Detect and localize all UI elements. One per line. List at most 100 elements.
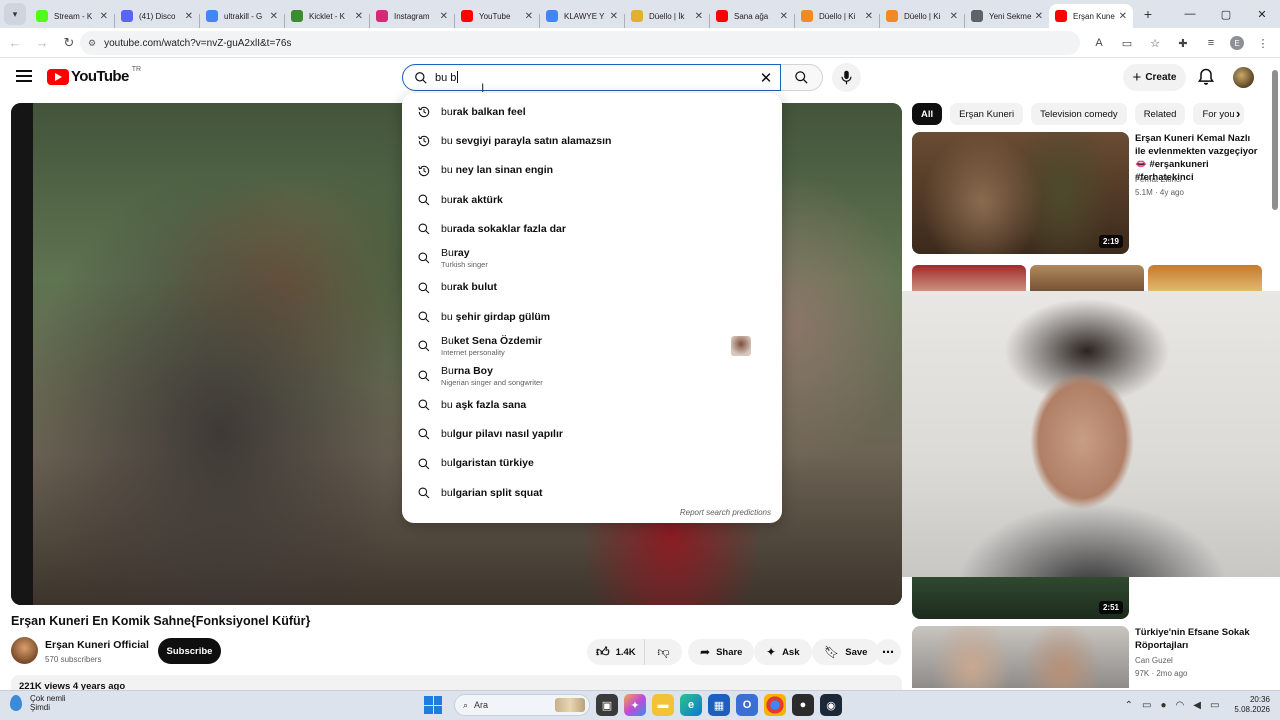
- report-search-predictions-link[interactable]: Report search predictions: [680, 508, 771, 517]
- app-icon[interactable]: ●: [792, 694, 814, 716]
- tab-search-button[interactable]: ▾: [4, 3, 26, 25]
- search-suggestion[interactable]: burak balkan feel: [402, 97, 782, 126]
- url-text[interactable]: youtube.com/watch?v=nvZ-guA2xlI&t=76s: [104, 38, 291, 49]
- network-icon[interactable]: ▭: [1142, 700, 1151, 711]
- browser-tab[interactable]: Instagram ✕: [370, 4, 454, 28]
- browser-menu-icon[interactable]: ⋮: [1254, 34, 1272, 52]
- browser-tab[interactable]: Düello | İk ✕: [625, 4, 709, 28]
- site-info-icon[interactable]: ⚙: [88, 38, 96, 49]
- search-suggestion[interactable]: bu ney lan sinan engin: [402, 156, 782, 185]
- close-tab-icon[interactable]: ✕: [185, 11, 193, 22]
- file-explorer-icon[interactable]: ▬: [652, 694, 674, 716]
- search-suggestion[interactable]: bulgarian split squat: [402, 478, 782, 507]
- filter-chip[interactable]: All: [912, 103, 943, 125]
- close-tab-icon[interactable]: ✕: [525, 11, 533, 22]
- scrollbar-thumb[interactable]: [1272, 70, 1278, 210]
- close-tab-icon[interactable]: ✕: [100, 11, 108, 22]
- browser-tab[interactable]: YouTube ✕: [455, 4, 539, 28]
- close-window-button[interactable]: ✕: [1244, 0, 1280, 28]
- browser-tab[interactable]: Düello | Ki ✕: [795, 4, 879, 28]
- recommended-thumbnail[interactable]: 2:19: [912, 132, 1129, 254]
- like-button[interactable]: 👍︎ 1.4K: [587, 639, 645, 665]
- cast-icon[interactable]: ▭: [1118, 34, 1136, 52]
- account-avatar[interactable]: [1233, 67, 1254, 88]
- close-tab-icon[interactable]: ✕: [1119, 11, 1127, 22]
- copilot-icon[interactable]: ✦: [624, 694, 646, 716]
- translate-icon[interactable]: A: [1090, 34, 1108, 52]
- steam-icon[interactable]: ◉: [820, 694, 842, 716]
- share-button[interactable]: ➦ Share: [688, 639, 755, 665]
- extensions-icon[interactable]: ✚: [1174, 34, 1192, 52]
- chrome-icon[interactable]: [764, 694, 786, 716]
- task-view-icon[interactable]: ▣: [596, 694, 618, 716]
- maximize-button[interactable]: ▢: [1208, 0, 1244, 28]
- recommended-channel[interactable]: Ferhat Ekinci: [1135, 175, 1182, 184]
- recommended-thumbnail[interactable]: 2:51: [912, 577, 1129, 619]
- microsoft-store-icon[interactable]: ▦: [708, 694, 730, 716]
- search-suggestion[interactable]: bu şehir girdap gülüm: [402, 302, 782, 331]
- close-tab-icon[interactable]: ✕: [1035, 11, 1043, 22]
- search-suggestion[interactable]: Buket Sena Özdemir Internet personality: [402, 331, 782, 360]
- browser-tab[interactable]: Düello | Ki ✕: [880, 4, 964, 28]
- browser-tab[interactable]: Kicklet - K ✕: [285, 4, 369, 28]
- weather-widget[interactable]: Çok nemli Şimdi: [10, 694, 66, 712]
- chevron-right-icon[interactable]: ›: [1236, 106, 1240, 121]
- youtube-logo[interactable]: YouTube TR: [47, 66, 141, 85]
- close-tab-icon[interactable]: ✕: [610, 11, 618, 22]
- search-suggestion[interactable]: bulgaristan türkiye: [402, 449, 782, 478]
- subscribe-button[interactable]: Subscribe: [158, 638, 221, 664]
- close-tab-icon[interactable]: ✕: [950, 11, 958, 22]
- windows-start-icon[interactable]: [424, 696, 442, 714]
- search-suggestion[interactable]: bulgur pilavı nasıl yapılır: [402, 419, 782, 448]
- minimize-button[interactable]: —: [1172, 0, 1208, 28]
- outlook-icon[interactable]: O: [736, 694, 758, 716]
- search-suggestion[interactable]: burak bulut: [402, 273, 782, 302]
- filter-chip[interactable]: Television comedy: [1031, 103, 1127, 125]
- channel-avatar[interactable]: [11, 637, 38, 664]
- edge-icon[interactable]: e: [680, 694, 702, 716]
- new-tab-button[interactable]: +: [1137, 6, 1159, 22]
- media-controls-icon[interactable]: ≡: [1202, 34, 1220, 52]
- filter-chip[interactable]: Erşan Kuneri: [950, 103, 1024, 125]
- browser-tab[interactable]: KLAWYE Y ✕: [540, 4, 624, 28]
- browser-tab[interactable]: Yeni Sekme ✕: [965, 4, 1049, 28]
- browser-tab[interactable]: Stream - K ✕: [30, 4, 114, 28]
- microphone-icon[interactable]: ●: [1160, 700, 1166, 711]
- close-tab-icon[interactable]: ✕: [270, 11, 278, 22]
- omnibox[interactable]: ⚙ youtube.com/watch?v=nvZ-guA2xlI&t=76s: [80, 31, 1080, 55]
- volume-icon[interactable]: ◀: [1193, 700, 1201, 711]
- voice-search-button[interactable]: [832, 63, 861, 92]
- search-button[interactable]: [781, 64, 823, 91]
- search-suggestion[interactable]: burak aktürk: [402, 185, 782, 214]
- recommended-title[interactable]: Türkiye'nin Efsane Sokak Röportajları: [1135, 626, 1263, 652]
- bookmark-star-icon[interactable]: ☆: [1146, 34, 1164, 52]
- search-suggestion[interactable]: Burna Boy Nigerian singer and songwriter: [402, 361, 782, 390]
- recommended-thumbnail[interactable]: [912, 626, 1129, 688]
- back-button[interactable]: ←: [3, 31, 27, 55]
- taskbar-clock[interactable]: 20:36 5.08.2026: [1234, 695, 1270, 715]
- browser-tab[interactable]: Sana ağa ✕: [710, 4, 794, 28]
- browser-tab[interactable]: ultrakill - G ✕: [200, 4, 284, 28]
- profile-avatar[interactable]: E: [1230, 36, 1244, 50]
- reload-button[interactable]: ↻: [57, 31, 81, 55]
- close-tab-icon[interactable]: ✕: [695, 11, 703, 22]
- browser-tab[interactable]: Erşan Kune ✕: [1049, 4, 1133, 28]
- menu-icon[interactable]: [16, 68, 32, 84]
- search-suggestion[interactable]: bu sevgiyi parayla satın alamazsın: [402, 126, 782, 155]
- forward-button[interactable]: →: [30, 31, 54, 55]
- search-suggestion[interactable]: Buray Turkish singer: [402, 243, 782, 272]
- browser-tab[interactable]: (41) Disco ✕: [115, 4, 199, 28]
- filter-chip[interactable]: Related: [1134, 103, 1186, 125]
- clear-search-icon[interactable]: ✕: [757, 69, 775, 87]
- channel-name[interactable]: Erşan Kuneri Official: [45, 639, 149, 651]
- search-query[interactable]: bu b: [435, 71, 458, 84]
- dislike-button[interactable]: 👎︎: [645, 645, 682, 660]
- search-suggestion[interactable]: burada sokaklar fazla dar: [402, 214, 782, 243]
- wifi-icon[interactable]: ◠: [1176, 700, 1185, 711]
- taskbar-search[interactable]: ⌕ Ara: [454, 694, 590, 716]
- close-tab-icon[interactable]: ✕: [780, 11, 788, 22]
- ask-button[interactable]: ✦ Ask: [754, 639, 812, 665]
- search-input[interactable]: bu b ✕: [402, 64, 781, 91]
- recommended-channel[interactable]: Can Guzel: [1135, 656, 1173, 665]
- close-tab-icon[interactable]: ✕: [355, 11, 363, 22]
